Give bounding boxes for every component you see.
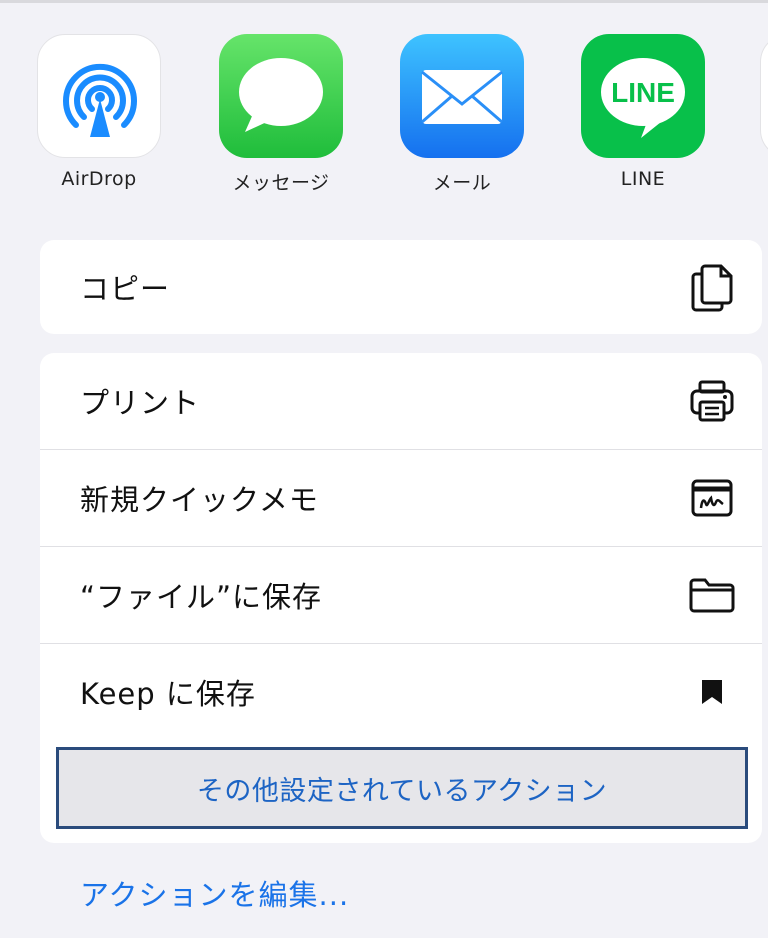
copy-label: コピー [80, 272, 171, 306]
messages-icon[interactable] [219, 34, 343, 158]
more-actions-button[interactable]: その他設定されているアクション [56, 747, 748, 829]
copy-card: コピー [40, 240, 762, 334]
copy-action[interactable]: コピー [40, 240, 762, 334]
app-airdrop[interactable]: AirDrop [34, 34, 164, 190]
app-label-messages: メッセージ [232, 172, 330, 194]
bookmark-icon [688, 668, 736, 716]
app-label-mail: メール [432, 172, 492, 194]
edit-actions-link[interactable]: アクションを編集... [80, 872, 349, 914]
app-mail[interactable]: メール [397, 34, 527, 195]
line-logo-text: LINE [611, 77, 675, 108]
top-divider [0, 0, 768, 3]
copy-icon [688, 263, 736, 312]
save-to-files-label: “ファイル”に保存 [80, 580, 323, 614]
save-to-keep-label: Keep に保存 [80, 677, 256, 711]
app-label-airdrop: AirDrop [61, 168, 137, 190]
print-action[interactable]: プリント [40, 353, 762, 449]
app-next-partial[interactable] [760, 34, 768, 158]
app-partial-icon[interactable] [760, 34, 768, 158]
save-to-files-action[interactable]: “ファイル”に保存 [40, 547, 762, 643]
quick-note-icon [688, 474, 736, 522]
actions-card: プリント 新規クイックメモ “ファイル”に保存 Keep に保存 その他設定され… [40, 353, 762, 843]
folder-icon [688, 571, 736, 619]
app-label-line: LINE [620, 168, 666, 190]
app-messages[interactable]: メッセージ [216, 34, 346, 195]
app-share-row[interactable]: AirDrop メッセージ メール LINE LINE [0, 34, 768, 204]
airdrop-icon[interactable] [37, 34, 161, 158]
line-icon[interactable]: LINE [581, 34, 705, 158]
quick-note-label: 新規クイックメモ [80, 483, 319, 517]
save-to-keep-action[interactable]: Keep に保存 [40, 644, 762, 740]
quick-note-action[interactable]: 新規クイックメモ [40, 450, 762, 546]
print-label: プリント [80, 386, 201, 420]
app-line[interactable]: LINE LINE [578, 34, 708, 190]
printer-icon [688, 377, 736, 425]
mail-icon[interactable] [400, 34, 524, 158]
